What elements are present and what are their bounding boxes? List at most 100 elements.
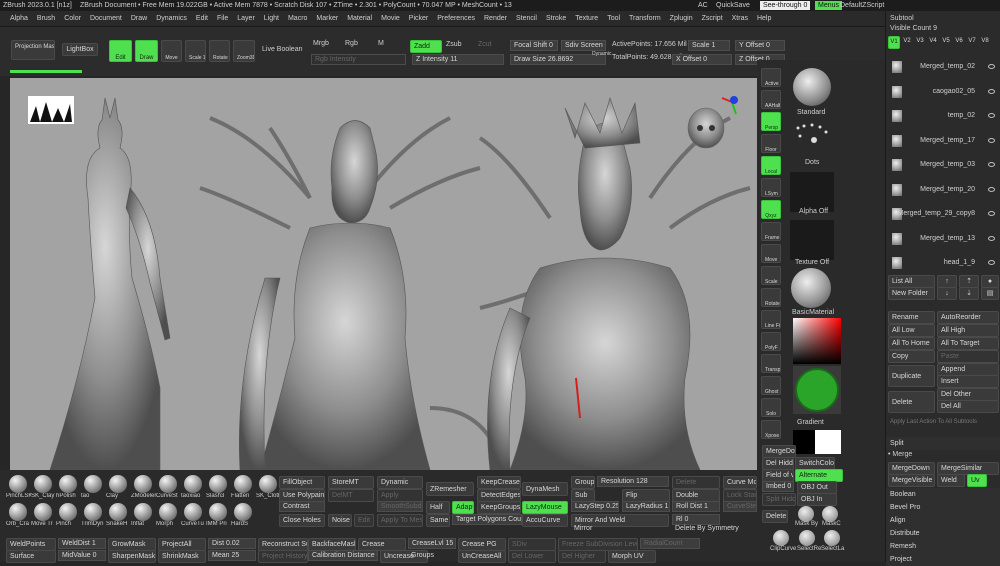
shrink-mask-button[interactable]: ShrinkMask xyxy=(158,550,206,563)
projection-master-button[interactable]: Projection Master xyxy=(11,40,55,60)
merge-visible-button[interactable]: MergeVisible xyxy=(888,474,935,487)
menu-tool[interactable]: Tool xyxy=(607,15,620,22)
scale-slider[interactable]: Scale 1 xyxy=(688,40,730,51)
y-offset-slider[interactable]: Y Offset 0 xyxy=(735,40,785,51)
brush-slot[interactable]: SK_Clay xyxy=(31,474,56,502)
brush-slot[interactable]: Clay xyxy=(106,474,131,502)
remesh-section[interactable]: Remesh xyxy=(886,540,1000,553)
subtool-item[interactable]: Merged_temp_29_copy8 xyxy=(888,208,999,220)
default-zscript-button[interactable]: DefaultZScript xyxy=(840,0,884,11)
menu-dynamics[interactable]: Dynamics xyxy=(156,15,187,22)
shelf-frame-button[interactable]: Frame xyxy=(761,222,781,241)
brush-slot[interactable]: tao xyxy=(81,474,106,502)
seethrough-slider[interactable]: See-through 0 xyxy=(760,1,811,10)
delete-subtool-button[interactable]: Delete xyxy=(762,510,788,523)
lazy-radius-slider[interactable]: LazyRadius 1 xyxy=(622,501,670,512)
menu-movie[interactable]: Movie xyxy=(381,15,400,22)
draw-button[interactable]: Draw xyxy=(135,40,158,62)
brush-slot[interactable]: PinchLSK_Trim xyxy=(6,474,31,502)
dist-slider[interactable]: Dist 0.02 xyxy=(208,538,256,549)
menu-edit[interactable]: Edit xyxy=(196,15,208,22)
brush-slot[interactable]: hPolish xyxy=(56,474,81,502)
keep-groups-button[interactable]: KeepGroups xyxy=(477,501,521,514)
mask-c-icon[interactable] xyxy=(822,506,838,522)
store-mt-button[interactable]: StoreMT xyxy=(328,476,374,489)
menu-picker[interactable]: Picker xyxy=(409,15,428,22)
del-all-button[interactable]: Del All xyxy=(937,400,999,413)
mrgb-button[interactable]: Mrgb xyxy=(313,40,329,47)
delete-by-symmetry-button[interactable]: Delete By Symmetry xyxy=(672,523,756,534)
brush-slot[interactable]: Morph xyxy=(156,502,181,530)
menu-transform[interactable]: Transform xyxy=(629,15,661,22)
keep-creases-button[interactable]: KeepCreases xyxy=(477,476,521,489)
shelf-persp-button[interactable]: Persp xyxy=(761,112,781,131)
contrast-slider[interactable]: Contrast xyxy=(279,501,325,512)
lightbox-button[interactable]: LightBox xyxy=(62,43,98,56)
viewport-canvas[interactable] xyxy=(10,78,757,470)
project-history-button[interactable]: Project History xyxy=(258,550,308,563)
noise-edit-button[interactable]: Edit xyxy=(354,514,374,527)
menu-color[interactable]: Color xyxy=(64,15,81,22)
delete-curve-button[interactable]: Delete xyxy=(672,476,720,489)
project-section[interactable]: Project xyxy=(886,553,1000,566)
brush-slot[interactable]: SnakeH xyxy=(106,502,131,530)
subtool-tab-v8[interactable]: V8 xyxy=(979,36,991,47)
shelf-lsym-button[interactable]: LSym xyxy=(761,178,781,197)
crease-level-slider[interactable]: CreaseLvl 15 xyxy=(408,538,456,549)
shelf-rotate-button[interactable]: Rotate xyxy=(761,288,781,307)
menus-toggle[interactable]: Menus xyxy=(815,1,843,10)
surface-button[interactable]: Surface xyxy=(6,550,56,563)
color-picker[interactable] xyxy=(793,318,841,364)
brush-slot[interactable]: CurveTu xyxy=(181,502,206,530)
subtool-item[interactable]: Merged_temp_13 xyxy=(888,232,999,245)
groups-toggle[interactable]: Groups xyxy=(571,476,595,489)
duplicate-button[interactable]: Duplicate xyxy=(888,365,935,387)
flip-button[interactable]: Flip xyxy=(622,489,670,502)
brush-slot[interactable]: TrimDyn xyxy=(81,502,106,530)
same-button[interactable]: Same xyxy=(426,514,450,527)
shelf-scale-button[interactable]: Scale xyxy=(761,266,781,285)
weld-toggle[interactable]: Weld xyxy=(937,474,965,487)
paste-button[interactable]: Paste xyxy=(937,350,999,363)
menu-preferences[interactable]: Preferences xyxy=(437,15,475,22)
subtool-tab-v4[interactable]: V4 xyxy=(927,36,939,47)
brush-slot[interactable]: Flatten xyxy=(231,474,256,502)
shelf-floor-button[interactable]: Floor xyxy=(761,134,781,153)
color-wheel-slot[interactable] xyxy=(793,366,841,414)
eye-icon[interactable] xyxy=(988,235,995,241)
split-hidden-button[interactable]: Split Hidden xyxy=(762,493,796,506)
primary-color-swatch[interactable] xyxy=(793,430,815,454)
target-polygons-slider[interactable]: Target Polygons Count 5 xyxy=(452,514,522,525)
brush-slot[interactable]: ZModeler xyxy=(131,474,156,502)
shelf-active-button[interactable]: Active xyxy=(761,68,781,87)
shelf-aahalf-button[interactable]: AAHalf xyxy=(761,90,781,109)
menu-light[interactable]: Light xyxy=(264,15,279,22)
subtool-tab-v6[interactable]: V6 xyxy=(953,36,965,47)
menu-file[interactable]: File xyxy=(217,15,228,22)
menu-material[interactable]: Material xyxy=(347,15,372,22)
ac-label[interactable]: AC xyxy=(698,0,708,11)
menu-zscript[interactable]: Zscript xyxy=(702,15,723,22)
texture-slot[interactable] xyxy=(790,220,834,260)
insert-button[interactable]: Insert xyxy=(937,375,999,388)
dynamic-toggle[interactable]: Dynamic xyxy=(592,51,611,57)
split-section[interactable]: Split xyxy=(886,437,1000,450)
dynamesh-button[interactable]: DynaMesh xyxy=(522,482,568,496)
sculpt-scene[interactable] xyxy=(10,78,757,470)
brush-slot[interactable]: IMM Pri xyxy=(206,502,231,530)
accu-curve-toggle[interactable]: AccuCurve xyxy=(522,514,568,527)
uv-toggle[interactable]: Uv xyxy=(967,474,987,487)
shelf-local-button[interactable]: Local xyxy=(761,156,781,175)
menu-layer[interactable]: Layer xyxy=(237,15,255,22)
all-high-button[interactable]: All High xyxy=(937,324,999,337)
rename-button[interactable]: Rename xyxy=(888,311,935,324)
new-folder-button[interactable]: New Folder xyxy=(888,287,935,300)
brush-slot[interactable]: Orb_Cra xyxy=(6,502,31,530)
mask-by-icon[interactable] xyxy=(798,506,814,522)
material-sphere-icon[interactable] xyxy=(791,268,831,308)
eye-icon[interactable] xyxy=(988,88,995,94)
secondary-color-swatch[interactable] xyxy=(815,430,841,454)
standard-brush-icon[interactable] xyxy=(793,68,831,106)
subtool-item[interactable]: Merged_temp_20 xyxy=(888,183,999,196)
folder-icon[interactable]: ▤ xyxy=(981,287,999,300)
